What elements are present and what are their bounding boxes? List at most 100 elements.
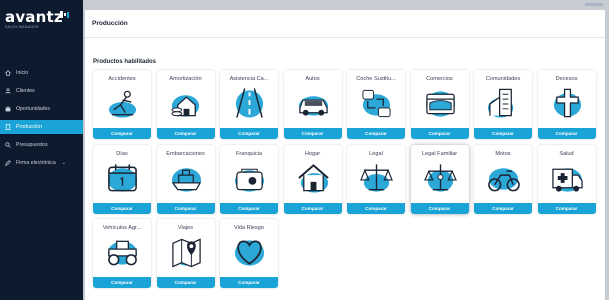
product-card[interactable]: Autos Comparar [283,70,342,139]
franchise-icon [234,168,265,192]
sidebar-item-label: Firma electrónica [16,159,56,166]
sidebar-item-label: Inicio [16,69,29,76]
building-icon [487,88,514,118]
product-card[interactable]: Hogar Comparar [283,144,342,214]
calendar-icon [107,163,138,192]
product-name: Legal [369,150,383,157]
page-title: Producción [85,10,605,38]
home-icon [4,69,11,76]
product-card[interactable]: Decesos Comparar [537,70,596,139]
compare-button[interactable]: Comparar [537,128,596,139]
family-scales-icon [423,163,457,192]
product-name: Hogar [304,150,321,157]
sidebar-item-firma-electronica[interactable]: Firma electrónica ⌄ [0,156,83,170]
compare-button[interactable]: Comparar [283,202,342,214]
compare-button[interactable]: Comparar [93,202,151,214]
accident-icon [108,90,137,118]
compare-button[interactable]: Comparar [283,128,342,139]
product-card[interactable]: Accidentes Comparar [93,70,151,139]
sidebar-item-produccion[interactable]: Producción [0,120,83,134]
sidebar-item-label: Clientes [16,87,35,94]
compare-button[interactable]: Comparar [156,277,215,288]
product-card[interactable]: Franquicia Comparar [220,144,278,214]
compare-button[interactable]: Comparar [347,128,405,139]
product-card[interactable]: Legal Comparar [347,144,405,214]
home-insurance-icon [297,163,329,193]
sidebar-item-clientes[interactable]: Clientes [0,84,83,98]
logo-subtitle: SALES MANAGER [5,25,39,29]
top-strip [83,0,609,8]
compare-button[interactable]: Comparar [410,202,469,214]
sidebar-item-presupuestos[interactable]: Presupuestos [0,138,83,152]
compare-button[interactable]: Comparar [410,128,469,139]
product-name: Vida Riesgo [233,225,265,231]
chevron-down-icon[interactable]: ⌄ [62,160,66,166]
product-name: Embarcaciones [166,150,205,157]
compare-button[interactable]: Comparar [347,202,405,214]
product-card[interactable]: Embarcaciones Comparar [156,144,215,214]
sidebar: avantz SALES MANAGER Inicio Clientes Opo… [0,0,83,300]
app-logo: avantz [5,8,63,26]
product-name: Decesos [555,76,578,82]
compare-button[interactable]: Comparar [474,128,532,139]
product-name: Salud [559,150,574,157]
main-content: Producción Productos habilitados Acciden… [85,10,605,300]
road-icon [235,88,264,118]
tractor-icon [107,240,138,266]
sidebar-item-label: Producción [16,123,42,130]
product-card[interactable]: Comunidades Comparar [474,70,532,139]
compare-button[interactable]: Comparar [93,128,151,139]
product-name: Comercios [426,76,453,82]
compare-button[interactable]: Comparar [537,202,596,214]
product-name: Vehículos Agr... [102,225,142,231]
cross-icon [553,88,581,118]
app-window: avantz SALES MANAGER Inicio Clientes Opo… [0,0,609,300]
product-name: Asistencia Ca... [229,76,269,82]
boat-icon [171,167,201,192]
product-name: Días [116,150,128,157]
product-card[interactable]: Motos Comparar [474,144,532,214]
compare-button[interactable]: Comparar [474,202,532,214]
compare-button[interactable]: Comparar [220,128,278,139]
heart-icon [234,240,265,266]
product-card[interactable]: Salud Comparar [537,144,596,214]
compare-button[interactable]: Comparar [220,277,278,288]
product-name: Franquicia [235,150,263,157]
product-name: Autos [305,76,320,82]
product-name: Accidentes [108,76,136,82]
section-title: Productos habilitados [93,59,157,65]
compare-button[interactable]: Comparar [93,277,151,288]
product-card[interactable]: Amortización Comparar [156,70,215,139]
sidebar-nav: Inicio Clientes Oportunidades Producción [0,66,83,174]
product-name: Legal Familiar [421,150,458,157]
product-card[interactable]: Vida Riesgo Comparar [220,219,278,288]
shop-icon [425,91,455,117]
product-card[interactable]: Legal Familiar Comparar [410,144,469,214]
pen-icon [4,159,11,166]
product-card[interactable]: Comercios Comparar [410,70,469,139]
document-icon [4,123,11,130]
search-icon [4,141,11,148]
product-card[interactable]: Coche Sustitu... Comparar [347,70,405,139]
sidebar-item-inicio[interactable]: Inicio [0,66,83,80]
house-coins-icon [170,95,199,117]
product-name: Amortización [169,76,202,82]
car-icon [298,96,328,116]
product-card[interactable]: Viajes Comparar [156,219,215,288]
compare-button[interactable]: Comparar [156,128,215,139]
car-swap-icon [362,89,391,118]
product-card[interactable]: Asistencia Ca... Comparar [220,70,278,139]
product-name: Viajes [177,225,194,231]
product-card[interactable]: Días Comparar [93,144,151,214]
product-card[interactable]: Vehículos Agr... Comparar [93,219,151,288]
user-icon [4,87,11,94]
user-menu[interactable] [585,3,603,6]
sidebar-item-oportunidades[interactable]: Oportunidades [0,102,83,116]
product-name: Motos [495,150,511,157]
sidebar-item-label: Presupuestos [16,141,48,148]
product-name: Coche Sustitu... [356,76,396,82]
sidebar-item-label: Oportunidades [16,105,51,112]
compare-button[interactable]: Comparar [220,202,278,214]
logo-mark-icon [60,11,69,18]
compare-button[interactable]: Comparar [156,202,215,214]
